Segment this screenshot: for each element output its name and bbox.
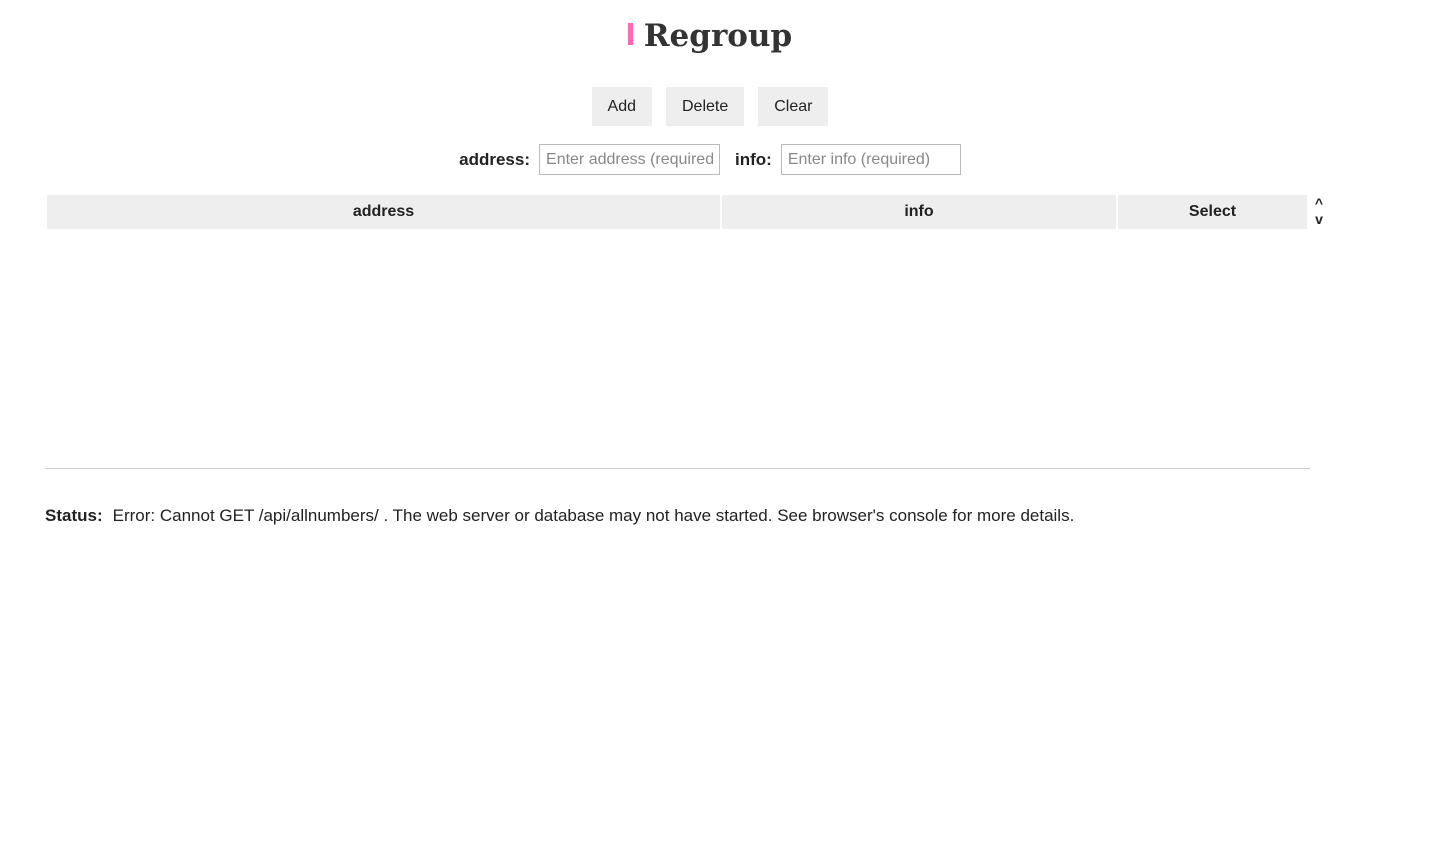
title-accent-bar [627, 23, 633, 45]
info-label: info: [735, 150, 772, 169]
entry-form: address: info: [0, 144, 1420, 175]
address-input[interactable] [539, 144, 721, 175]
status-bar: Status: Error: Cannot GET /api/allnumbers… [45, 505, 1074, 527]
info-input[interactable] [780, 144, 961, 175]
page-title: Regroup [643, 18, 793, 54]
divider [45, 468, 1310, 469]
table-body [47, 229, 1307, 467]
add-button[interactable]: Add [591, 87, 652, 126]
page: Regroup Add Delete Clear address: info: a… [0, 0, 1436, 866]
sort-up-button[interactable]: ^ [1312, 196, 1326, 212]
delete-button[interactable]: Delete [665, 87, 745, 126]
page-header: Regroup [0, 18, 1420, 54]
sort-down-button[interactable]: v [1312, 212, 1326, 228]
column-header-address[interactable]: address [47, 195, 720, 229]
table-header: address info Select [47, 195, 1307, 229]
clear-button[interactable]: Clear [758, 87, 829, 126]
column-header-select[interactable]: Select [1118, 195, 1307, 229]
column-header-info[interactable]: info [722, 195, 1116, 229]
status-message: Error: Cannot GET /api/allnumbers/ . The… [112, 506, 1075, 525]
sort-controls: ^ v [1312, 196, 1326, 228]
toolbar: Add Delete Clear [0, 87, 1420, 126]
status-label: Status: [45, 506, 103, 525]
address-label: address: [459, 150, 531, 169]
